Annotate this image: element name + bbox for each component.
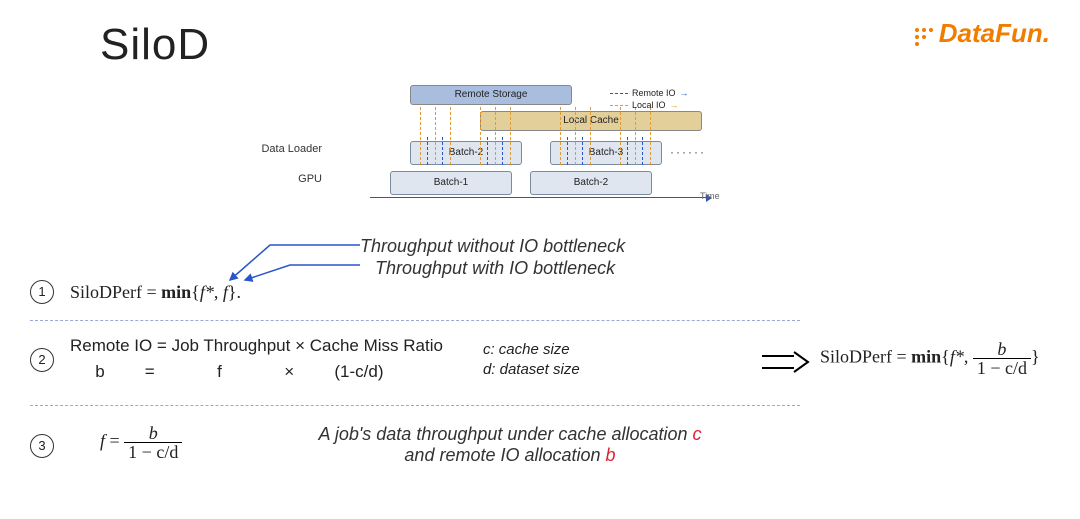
logo-dots-icon bbox=[913, 20, 935, 51]
annotation-with-bottleneck: Throughput with IO bottleneck bbox=[375, 258, 615, 279]
logo-dot: . bbox=[1043, 18, 1050, 48]
legend-remote-label: Remote IO bbox=[632, 87, 676, 99]
logo-text: DataFun bbox=[939, 18, 1043, 48]
time-axis bbox=[370, 197, 710, 198]
gpu-label: GPU bbox=[260, 173, 322, 185]
remote-io-equation: Remote IO = Job Throughput × Cache Miss … bbox=[70, 336, 443, 382]
remote-storage-box: Remote Storage bbox=[410, 85, 572, 105]
step-3-badge: 3 bbox=[30, 434, 54, 458]
divider-1 bbox=[30, 320, 800, 321]
architecture-diagram: Remote Storage Local Cache Batch-2 Batch… bbox=[330, 85, 770, 215]
divider-2 bbox=[30, 405, 800, 406]
legend-remote-line bbox=[610, 93, 628, 94]
result-formula: SiloDPerf = min{f*, b1 − c/d} bbox=[820, 340, 1040, 377]
gpu-batch-1: Batch-1 bbox=[390, 171, 512, 195]
ellipsis: ······ bbox=[670, 145, 706, 159]
local-cache-box: Local Cache bbox=[480, 111, 702, 131]
step-2-badge: 2 bbox=[30, 348, 54, 372]
data-loader-label: Data Loader bbox=[260, 143, 322, 155]
formula-3: f = b1 − c/d bbox=[100, 424, 182, 461]
implies-arrow-icon bbox=[760, 350, 810, 379]
gpu-batch-2: Batch-2 bbox=[530, 171, 652, 195]
logo: DataFun. bbox=[913, 18, 1050, 51]
annotation-no-bottleneck: Throughput without IO bottleneck bbox=[360, 236, 625, 257]
formula-3-caption: A job's data throughput under cache allo… bbox=[260, 424, 760, 466]
variable-definitions: c: cache size d: dataset size bbox=[483, 340, 580, 380]
legend-local-label: Local IO bbox=[632, 99, 666, 111]
legend-local-line bbox=[610, 105, 628, 106]
time-label: Time bbox=[700, 191, 720, 201]
step-1-badge: 1 bbox=[30, 280, 54, 304]
page-title: SiloD bbox=[100, 20, 210, 70]
legend: Remote IO→ Local IO→ bbox=[610, 87, 689, 111]
